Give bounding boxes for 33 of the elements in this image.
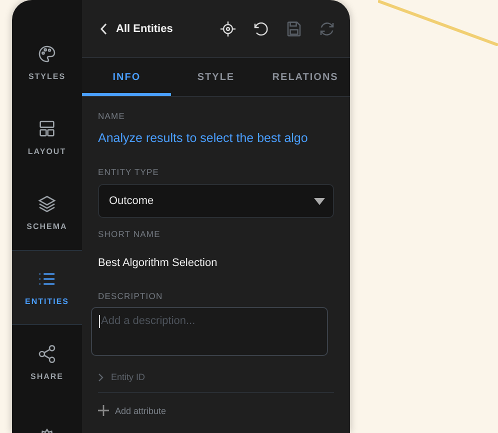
short-name-input[interactable]: Best Algorithm Selection: [98, 257, 334, 269]
chevron-right-icon: [98, 372, 104, 382]
sidebar-item[interactable]: SHARE: [12, 325, 82, 400]
caret-down-icon: [314, 198, 325, 204]
target-button[interactable]: [219, 20, 237, 38]
expand-toggle[interactable]: [98, 372, 104, 382]
share-icon: [37, 344, 57, 364]
target-icon: [219, 20, 237, 38]
layout-icon: [37, 119, 57, 139]
sidebar-item[interactable]: STYLES: [12, 25, 82, 100]
field-label: DESCRIPTION: [98, 291, 164, 301]
field-label: SHORT NAME: [98, 229, 162, 239]
back-button[interactable]: All Entities: [100, 22, 173, 34]
sync-icon: [318, 20, 336, 38]
entity-type-select[interactable]: Outcome: [98, 184, 334, 218]
palette-icon: [37, 44, 57, 64]
save-icon: [285, 20, 303, 38]
entity-id-label: Entity ID: [111, 372, 146, 382]
field-label: ENTITY TYPE: [98, 167, 160, 177]
tab[interactable]: RELATIONS: [260, 58, 350, 96]
tab[interactable]: INFO: [82, 58, 172, 96]
name-input[interactable]: Analyze results to select the best algo: [98, 131, 334, 145]
layers-icon: [37, 194, 57, 214]
sidebar-item[interactable]: SCHEMA: [12, 175, 82, 250]
add-attribute-button[interactable]: Add attribute: [98, 405, 334, 416]
sidebar-item[interactable]: LAYOUT: [12, 100, 82, 175]
tab[interactable]: STYLE: [171, 58, 261, 96]
sidebar-item[interactable]: ENTITIES: [12, 250, 82, 325]
undo-button[interactable]: [252, 20, 270, 38]
field-label: NAME: [98, 111, 126, 121]
chevron-left-icon: [100, 22, 108, 34]
plus-icon: [98, 405, 109, 416]
undo-icon: [252, 20, 270, 38]
